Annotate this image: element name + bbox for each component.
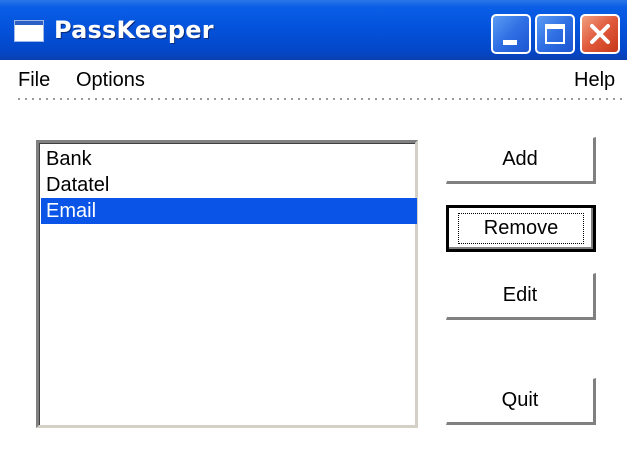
edit-button[interactable]: Edit [446, 273, 596, 320]
close-icon [590, 24, 610, 44]
minimize-button[interactable] [491, 14, 531, 54]
app-window: PassKeeper File Options Help Bank Datate… [0, 0, 627, 459]
maximize-icon [545, 24, 565, 44]
password-list[interactable]: Bank Datatel Email [36, 140, 418, 428]
edit-button-label: Edit [502, 284, 538, 306]
title-bar[interactable]: PassKeeper [0, 0, 627, 60]
menu-help[interactable]: Help [574, 69, 615, 92]
add-button-label: Add [502, 148, 538, 170]
close-button[interactable] [580, 14, 620, 54]
menu-divider [18, 98, 624, 100]
remove-button[interactable]: Remove [446, 205, 596, 252]
add-button[interactable]: Add [446, 137, 596, 184]
quit-button-label: Quit [501, 389, 539, 411]
window-icon[interactable] [14, 20, 44, 42]
menu-file[interactable]: File [18, 69, 50, 92]
list-item-datatel[interactable]: Datatel [41, 172, 417, 198]
window-title: PassKeeper [54, 16, 214, 44]
list-item-email[interactable]: Email [41, 198, 417, 224]
menu-options[interactable]: Options [76, 69, 145, 92]
list-item-bank[interactable]: Bank [41, 146, 417, 172]
maximize-button[interactable] [535, 14, 575, 54]
minimize-icon [503, 40, 517, 45]
quit-button[interactable]: Quit [446, 378, 596, 425]
list-frame: Bank Datatel Email [39, 143, 417, 425]
menu-bar: File Options Help [0, 60, 627, 100]
remove-button-label: Remove [457, 213, 585, 244]
